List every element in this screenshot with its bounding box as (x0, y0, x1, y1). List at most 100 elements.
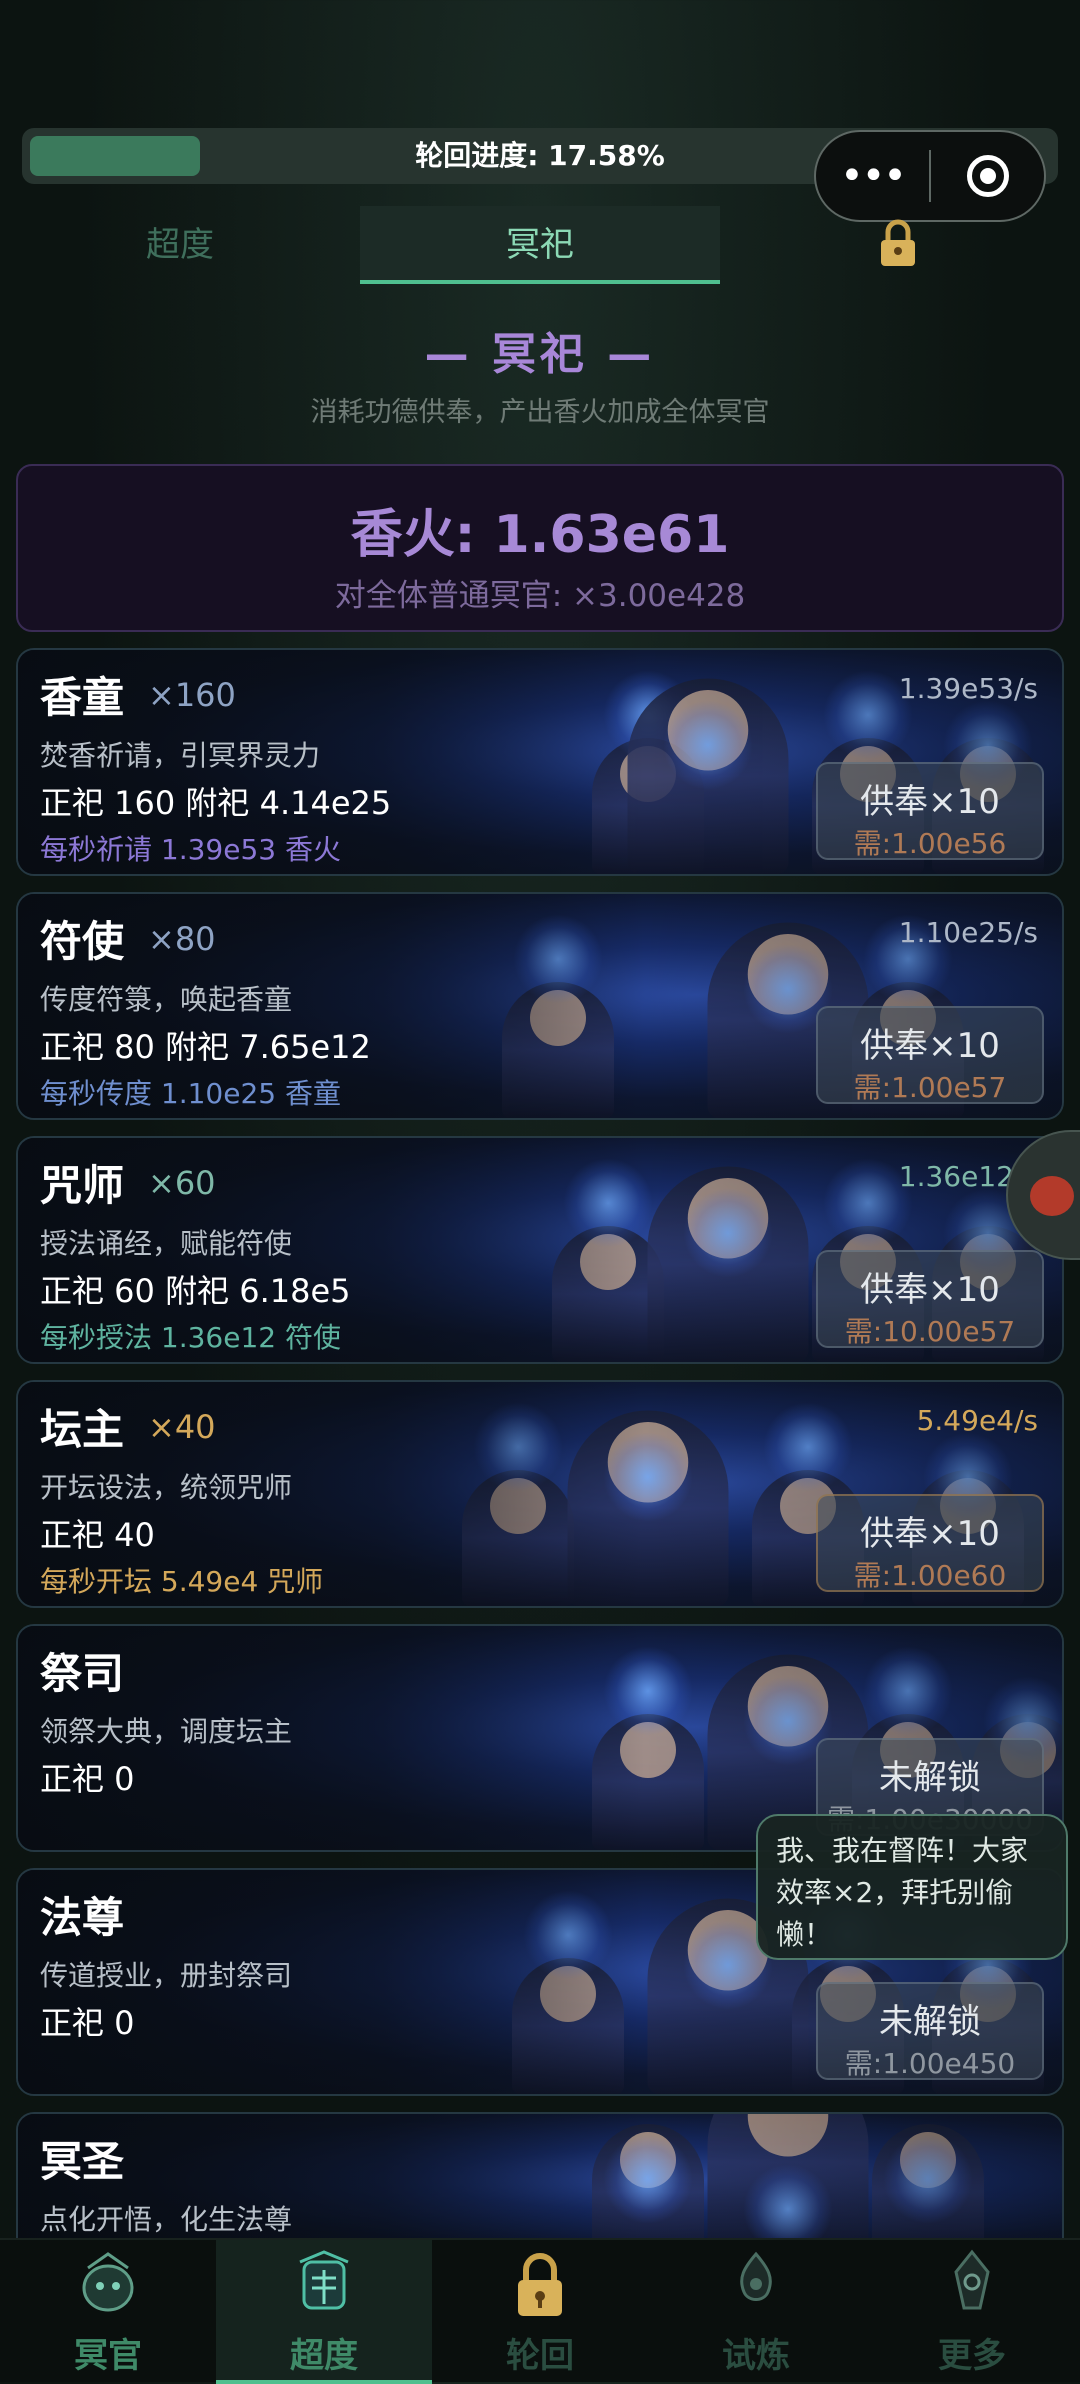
card-description: 传道授业，册封祭司 (40, 1959, 293, 1992)
official-card: 咒师 ×60 1.36e12/s 授法诵经，赋能符使 正祀 60 附祀 6.18e5 每秒… (16, 1136, 1064, 1364)
card-multiplier: ×80 (148, 920, 216, 958)
card-description: 开坛设法，统领咒师 (40, 1471, 293, 1504)
card-stats: 正祀 0 (40, 2004, 135, 2042)
official-card: 香童 ×160 1.39e53/s 焚香祈请，引冥界灵力正祀 160 附祀 4.14e… (16, 648, 1064, 876)
character-figure (647, 1166, 809, 1362)
offer-button[interactable]: 供奉×10 需:1.00e60 (816, 1494, 1044, 1592)
spirit-glow (603, 670, 693, 760)
spirit-glow (603, 1646, 693, 1736)
tab-salvation[interactable]: 超度 (40, 206, 320, 284)
lock-icon (881, 219, 915, 266)
nav-item-reincarnation[interactable]: 轮回 (432, 2240, 648, 2384)
card-name: 法尊 (40, 1893, 125, 1942)
character-figure (552, 1226, 664, 1362)
tab-memorial[interactable]: 冥祀 (360, 206, 720, 284)
card-rate: 1.10e25/s (898, 916, 1038, 949)
card-stats: 正祀 0 (40, 1760, 135, 1798)
top-tabs: 超度 冥祀 (0, 206, 1080, 286)
spirit-glow (513, 914, 603, 1004)
spirit-glow (863, 1646, 953, 1736)
nav-item-salvation[interactable]: 超度 (216, 2240, 432, 2384)
button-cost: 需:1.00e60 (853, 1559, 1007, 1592)
button-label: 未解锁 (879, 2002, 981, 2042)
salvation-icon (299, 2250, 349, 2310)
card-production: 每秒传度 1.10e25 香童 (40, 1077, 342, 1110)
character-figure (502, 982, 614, 1118)
spirit-glow (883, 2134, 973, 2224)
red-pouch-icon (1030, 1176, 1074, 1216)
card-name: 符使 (40, 917, 125, 966)
spirit-glow (603, 2134, 693, 2224)
card-description: 焚香祈请，引冥界灵力 (40, 739, 321, 772)
section-title: — 冥祀 — (424, 329, 656, 380)
card-description: 点化开悟，化生法尊 (40, 2203, 293, 2236)
character-figure (462, 1470, 574, 1606)
button-cost: 需:1.00e57 (853, 1071, 1007, 1104)
button-label: 供奉×10 (860, 1026, 1000, 1066)
character-figure (592, 1714, 704, 1850)
spirit-glow (763, 1402, 853, 1492)
spirit-glow (663, 700, 753, 790)
button-label: 未解锁 (879, 1758, 981, 1798)
character-figure (512, 1958, 624, 2094)
official-card: 坛主 ×40 5.49e4/s 开坛设法，统领咒师 正祀 40 每秒开坛 5.49e4 咒… (16, 1380, 1064, 1608)
bottom-nav: 冥官 超度 轮回 试炼 更多 (0, 2238, 1080, 2384)
button-cost: 需:1.00e56 (853, 827, 1007, 860)
card-stats: 正祀 160 附祀 4.14e25 (40, 784, 392, 822)
card-description: 传度符箓，唤起香童 (40, 983, 293, 1016)
card-name: 冥圣 (40, 2137, 125, 2186)
incense-total: 香火: 1.63e61 (350, 505, 730, 565)
card-name: 香童 (40, 673, 125, 722)
card-production: 每秒开坛 5.49e4 咒师 (40, 1565, 324, 1598)
card-name: 祭司 (40, 1649, 125, 1698)
underworld-official-icon (82, 2252, 134, 2312)
more-dots-icon[interactable]: ••• (816, 156, 929, 196)
button-cost: 需:10.00e57 (844, 1315, 1016, 1348)
button-label: 供奉×10 (860, 1514, 1000, 1554)
spirit-glow (473, 1402, 563, 1492)
speech-bubble: 我、我在督阵！大家效率×2，拜托别偷懒！ (756, 1814, 1068, 1960)
official-card: 符使 ×80 1.10e25/s 传度符箓，唤起香童正祀 80 附祀 7.65e12 每… (16, 892, 1064, 1120)
locked-button[interactable]: 未解锁需:1.00e450 (816, 1982, 1044, 2080)
record-target-icon[interactable] (931, 155, 1044, 197)
nav-label: 超度 (290, 2336, 358, 2376)
card-stats: 正祀 60 附祀 6.18e5 (40, 1272, 351, 1310)
offer-button[interactable]: 供奉×10 需:10.00e57 (816, 1250, 1044, 1348)
card-name: 咒师 (40, 1161, 125, 1210)
offer-button[interactable]: 供奉×10 需:1.00e57 (816, 1006, 1044, 1104)
card-stats: 正祀 80 附祀 7.65e12 (40, 1028, 371, 1066)
card-production: 每秒祈请 1.39e53 香火 (40, 833, 342, 866)
incense-panel: 香火: 1.63e61 对全体普通冥官: ×3.00e428 (16, 464, 1064, 632)
spirit-glow (563, 1158, 653, 1248)
incense-bonus: 对全体普通冥官: ×3.00e428 (334, 578, 746, 614)
card-stats: 正祀 40 (40, 1516, 155, 1554)
nav-item-trial[interactable]: 试炼 (648, 2240, 864, 2384)
card-description: 授法诵经，赋能符使 (40, 1227, 293, 1260)
trial-icon (740, 2251, 772, 2301)
more-icon (954, 2249, 990, 2310)
character-figure (627, 678, 789, 874)
button-label: 供奉×10 (860, 782, 1000, 822)
spirit-glow (683, 1188, 773, 1278)
nav-label: 试炼 (722, 2336, 790, 2376)
button-label: 供奉×10 (860, 1270, 1000, 1310)
nav-item-officials[interactable]: 冥官 (0, 2240, 216, 2384)
card-multiplier: ×40 (148, 1408, 216, 1446)
card-multiplier: ×60 (148, 1164, 216, 1202)
card-description: 领祭大典，调度坛主 (40, 1715, 293, 1748)
nav-label: 轮回 (506, 2336, 574, 2376)
card-production: 每秒授法 1.36e12 符使 (40, 1321, 342, 1354)
card-multiplier: ×160 (148, 676, 236, 714)
offer-button[interactable]: 供奉×10 需:1.00e56 (816, 762, 1044, 860)
character-figure (592, 738, 704, 874)
card-name: 坛主 (40, 1405, 125, 1454)
nav-item-more[interactable]: 更多 (864, 2240, 1080, 2384)
character-figure (567, 1410, 729, 1606)
lock-icon (518, 2253, 562, 2316)
spirit-glow (523, 1890, 613, 1980)
button-cost: 需:1.00e450 (844, 2047, 1016, 2080)
card-rate: 1.39e53/s (898, 672, 1038, 705)
spirit-glow (603, 1432, 693, 1522)
nav-label: 冥官 (74, 2336, 142, 2376)
nav-label: 更多 (938, 2336, 1006, 2376)
